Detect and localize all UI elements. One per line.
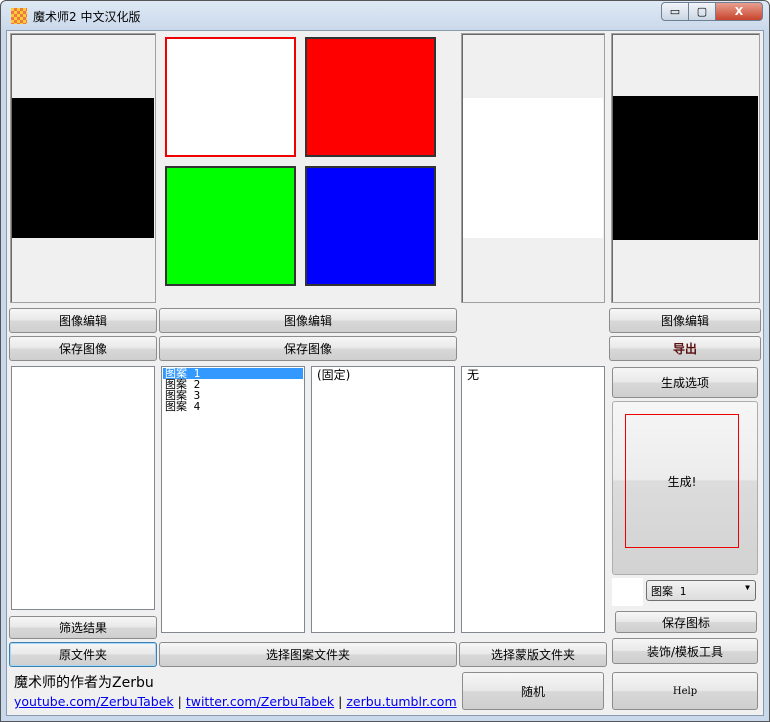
icon-preview [612, 578, 643, 606]
close-button[interactable]: X [715, 2, 763, 21]
mask-list[interactable]: 无 [461, 366, 605, 633]
source-folder-button[interactable]: 原文件夹 [9, 642, 157, 667]
list-item[interactable]: 无 [465, 369, 601, 384]
pattern-select-value: 图案 1 [651, 585, 687, 598]
pattern-select[interactable]: 图案 1 ▼ [646, 580, 756, 601]
title-bar: 魔术师2 中文汉化版 [11, 6, 140, 26]
maximize-icon: ▢ [696, 5, 708, 18]
random-button[interactable]: 随机 [462, 672, 604, 710]
swatch-white[interactable] [165, 37, 296, 157]
list-item[interactable]: (固定) [315, 369, 451, 384]
save-icon-button[interactable]: 保存图标 [615, 611, 757, 633]
separator: | [338, 694, 343, 709]
save-image-button-1[interactable]: 保存图像 [9, 336, 157, 361]
fixed-list[interactable]: (固定) [311, 366, 455, 633]
tumblr-link[interactable]: zerbu.tumblr.com [346, 694, 456, 709]
select-pattern-folder-button[interactable]: 选择图案文件夹 [159, 642, 457, 667]
image-edit-button-2[interactable]: 图像编辑 [159, 308, 457, 333]
select-mask-folder-button[interactable]: 选择蒙版文件夹 [459, 642, 607, 667]
minimize-button[interactable]: ▭ [661, 2, 689, 21]
pattern-list[interactable]: 图案 1 图案 2 图案 3 图案 4 [161, 366, 305, 633]
swatch-blue[interactable] [305, 166, 436, 286]
preview-source [10, 33, 156, 303]
image-edit-button-3[interactable]: 图像编辑 [609, 308, 761, 333]
filter-results-button[interactable]: 筛选结果 [9, 616, 157, 639]
results-list[interactable] [11, 366, 155, 610]
generate-button[interactable]: 生成! [625, 414, 739, 548]
maximize-button[interactable]: ▢ [688, 2, 716, 21]
swatch-green[interactable] [165, 166, 296, 286]
twitter-link[interactable]: twitter.com/ZerbuTabek [186, 694, 334, 709]
app-icon [11, 8, 27, 24]
export-button[interactable]: 导出 [609, 336, 761, 361]
save-image-button-2[interactable]: 保存图像 [159, 336, 457, 361]
separator: | [177, 694, 182, 709]
list-item[interactable]: 图案 4 [163, 401, 303, 412]
image-edit-button-1[interactable]: 图像编辑 [9, 308, 157, 333]
minimize-icon: ▭ [669, 5, 681, 18]
preview-result [611, 33, 760, 303]
close-icon: X [734, 5, 744, 18]
window-title: 魔术师2 中文汉化版 [33, 9, 141, 24]
author-text: 魔术师的作者为Zerbu [14, 675, 154, 691]
generate-options-button[interactable]: 生成选项 [612, 367, 758, 398]
preview-mask [461, 33, 605, 303]
decor-template-tools-button[interactable]: 装饰/模板工具 [612, 638, 758, 664]
swatch-red[interactable] [305, 37, 436, 157]
help-button[interactable]: Help [612, 672, 758, 710]
chevron-down-icon: ▼ [745, 583, 750, 592]
youtube-link[interactable]: youtube.com/ZerbuTabek [14, 694, 174, 709]
footer-links: youtube.com/ZerbuTabek | twitter.com/Zer… [14, 694, 457, 709]
